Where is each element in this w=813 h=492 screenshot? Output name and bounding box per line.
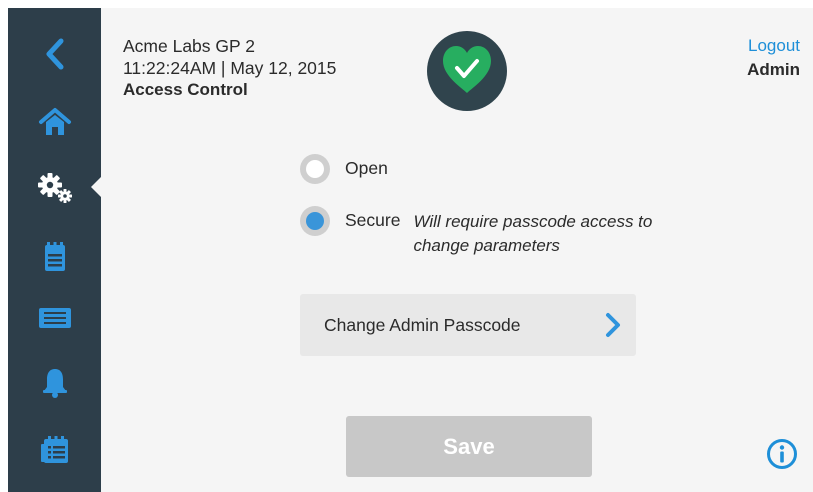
sidebar-item-alarms[interactable] [8,354,101,410]
sidebar-item-schedule[interactable] [8,422,101,478]
sidebar-item-home[interactable] [8,94,101,150]
radio-secure-label: Secure [345,210,401,230]
back-button[interactable] [8,26,101,82]
sidebar-item-settings[interactable] [8,159,102,215]
back-icon [46,38,63,70]
datetime: 11:22:24AM | May 12, 2015 [123,58,337,78]
home-icon [38,108,71,135]
app-frame: Acme Labs GP 2 11:22:24AM | May 12, 2015… [8,8,813,492]
radio-open[interactable]: Open [300,154,388,184]
status-badge [427,31,507,111]
secure-note: Will require passcode access to change p… [413,212,653,255]
logout-link[interactable]: Logout [748,36,800,56]
sidebar [8,8,102,492]
sidebar-item-display[interactable] [8,290,101,346]
info-button[interactable] [766,438,798,475]
change-passcode-label: Change Admin Passcode [324,315,521,335]
bell-icon [42,369,67,398]
device-name: Acme Labs GP 2 [123,36,255,56]
save-button[interactable]: Save [346,416,592,477]
radio-open-control[interactable] [300,154,330,184]
header-info: Acme Labs GP 2 11:22:24AM | May 12, 2015… [123,35,336,101]
info-icon [767,439,797,469]
active-indicator [91,176,102,198]
display-panel-icon [38,308,71,328]
sidebar-item-clipboard[interactable] [8,228,101,284]
heart-check-icon [443,46,491,93]
clipboard-icon [44,242,65,271]
change-admin-passcode-button[interactable]: Change Admin Passcode [300,294,636,356]
radio-secure[interactable]: Secure Will require passcode access to c… [300,206,703,258]
radio-open-label: Open [345,158,388,178]
settings-gears-icon [37,173,72,203]
radio-secure-control[interactable] [300,206,330,236]
chevron-right-icon [606,313,620,337]
user-role: Admin [747,60,800,79]
calendar-list-icon [40,436,68,463]
page-title: Access Control [123,80,248,99]
